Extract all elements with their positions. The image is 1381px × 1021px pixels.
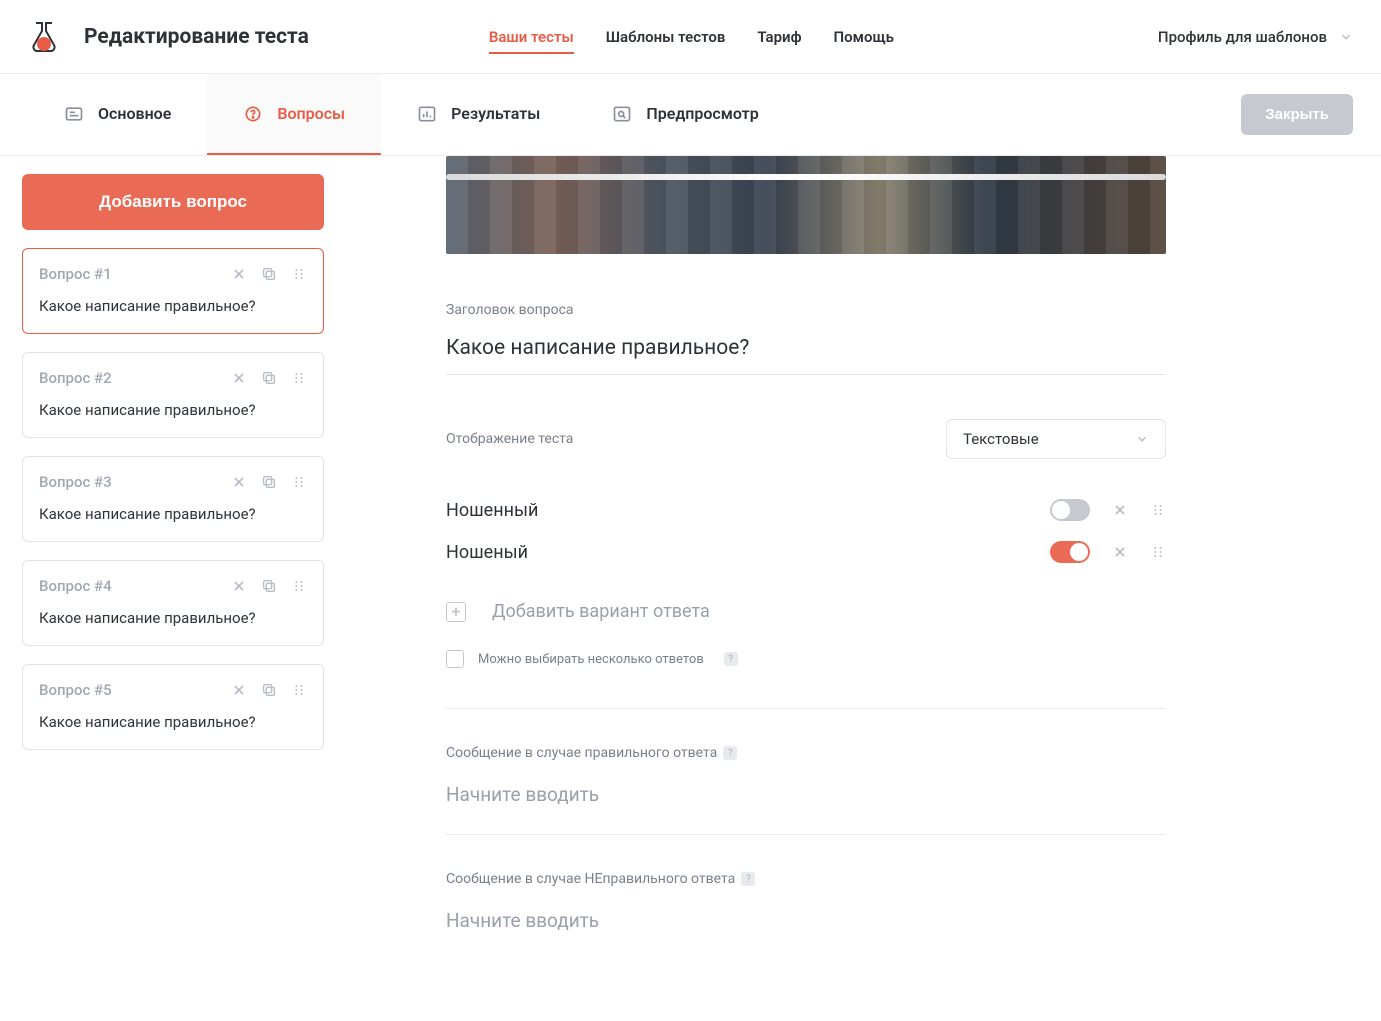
question-card[interactable]: Вопрос #5 Какое написание правильное?	[22, 664, 324, 750]
tab-preview[interactable]: Предпросмотр	[576, 74, 794, 155]
preview-icon	[612, 104, 632, 124]
profile-dropdown[interactable]: Профиль для шаблонов	[1158, 28, 1353, 46]
question-number: Вопрос #5	[39, 681, 112, 699]
copy-icon[interactable]	[261, 370, 277, 386]
nav-test-templates[interactable]: Шаблоны тестов	[606, 2, 726, 72]
close-icon[interactable]	[231, 474, 247, 490]
correct-toggle[interactable]	[1050, 499, 1090, 521]
close-icon[interactable]	[231, 578, 247, 594]
close-icon[interactable]	[231, 682, 247, 698]
copy-icon[interactable]	[261, 578, 277, 594]
add-question-button[interactable]: Добавить вопрос	[22, 174, 324, 230]
title-label: Заголовок вопроса	[446, 302, 1326, 318]
question-image[interactable]	[446, 156, 1166, 254]
copy-icon[interactable]	[261, 474, 277, 490]
tab-results[interactable]: Результаты	[381, 74, 576, 155]
display-label: Отображение теста	[446, 431, 573, 447]
help-icon[interactable]: ?	[741, 872, 755, 886]
close-icon[interactable]	[1112, 502, 1128, 518]
question-number: Вопрос #2	[39, 369, 112, 387]
question-number: Вопрос #4	[39, 577, 112, 595]
title-input[interactable]	[446, 318, 1166, 375]
tab-questions[interactable]: Вопросы	[207, 74, 381, 155]
tab-results-label: Результаты	[451, 104, 540, 123]
display-select-value: Текстовые	[963, 430, 1039, 448]
question-number: Вопрос #1	[39, 265, 112, 283]
drag-handle-icon[interactable]	[291, 266, 307, 282]
drag-handle-icon[interactable]	[1150, 544, 1166, 560]
topbar: Редактирование теста Ваши тесты Шаблоны …	[0, 0, 1381, 74]
card-icon	[64, 104, 84, 124]
question-text: Какое написание правильное?	[39, 609, 307, 627]
help-icon[interactable]: ?	[723, 746, 737, 760]
nav-help[interactable]: Помощь	[834, 2, 894, 72]
answer-row	[446, 489, 1166, 531]
chart-icon	[417, 104, 437, 124]
question-card[interactable]: Вопрос #4 Какое написание правильное?	[22, 560, 324, 646]
answers-list	[446, 489, 1166, 573]
close-icon[interactable]	[231, 370, 247, 386]
question-target-icon	[243, 104, 263, 124]
display-select[interactable]: Текстовые	[946, 419, 1166, 459]
question-card[interactable]: Вопрос #1 Какое написание правильное?	[22, 248, 324, 334]
tab-preview-label: Предпросмотр	[646, 104, 758, 123]
question-card[interactable]: Вопрос #3 Какое написание правильное?	[22, 456, 324, 542]
drag-handle-icon[interactable]	[291, 474, 307, 490]
profile-label: Профиль для шаблонов	[1158, 28, 1327, 46]
app-logo-icon	[20, 13, 68, 61]
editor-main: Заголовок вопроса Отображение теста Текс…	[346, 156, 1366, 992]
main-nav: Ваши тесты Шаблоны тестов Тариф Помощь	[489, 2, 894, 72]
sidebar: Добавить вопрос Вопрос #1 Какое написани…	[0, 156, 346, 992]
plus-icon: +	[446, 602, 466, 622]
drag-handle-icon[interactable]	[291, 578, 307, 594]
question-text: Какое написание правильное?	[39, 401, 307, 419]
copy-icon[interactable]	[261, 682, 277, 698]
copy-icon[interactable]	[261, 266, 277, 282]
question-text: Какое написание правильное?	[39, 713, 307, 731]
correct-msg-label: Сообщение в случае правильного ответа	[446, 745, 717, 761]
chevron-down-icon	[1339, 30, 1353, 44]
add-answer-label: Добавить вариант ответа	[492, 601, 710, 622]
question-text: Какое написание правильное?	[39, 505, 307, 523]
question-text: Какое написание правильное?	[39, 297, 307, 315]
correct-msg-input[interactable]	[446, 783, 1166, 806]
incorrect-msg-input[interactable]	[446, 909, 1166, 932]
multi-select-label: Можно выбирать несколько ответов	[478, 652, 704, 667]
close-icon[interactable]	[1112, 544, 1128, 560]
drag-handle-icon[interactable]	[291, 682, 307, 698]
help-icon[interactable]: ?	[724, 652, 738, 666]
add-answer-button[interactable]: + Добавить вариант ответа	[446, 601, 1326, 622]
question-number: Вопрос #3	[39, 473, 112, 491]
close-button[interactable]: Закрыть	[1241, 94, 1353, 135]
drag-handle-icon[interactable]	[291, 370, 307, 386]
correct-toggle[interactable]	[1050, 541, 1090, 563]
close-icon[interactable]	[231, 266, 247, 282]
drag-handle-icon[interactable]	[1150, 502, 1166, 518]
nav-your-tests[interactable]: Ваши тесты	[489, 2, 574, 72]
editor-tabs: Основное Вопросы Результаты Предпросмотр…	[0, 74, 1381, 156]
answer-row	[446, 531, 1166, 573]
divider	[446, 834, 1166, 835]
nav-tariff[interactable]: Тариф	[757, 2, 801, 72]
answer-text-input[interactable]	[446, 500, 1050, 521]
tab-main-label: Основное	[98, 104, 171, 123]
page-title: Редактирование теста	[84, 25, 309, 49]
logo-wrap: Редактирование теста	[0, 13, 309, 61]
answer-text-input[interactable]	[446, 542, 1050, 563]
tab-main[interactable]: Основное	[28, 74, 207, 155]
chevron-down-icon	[1135, 432, 1149, 446]
question-card[interactable]: Вопрос #2 Какое написание правильное?	[22, 352, 324, 438]
multi-select-checkbox[interactable]	[446, 650, 464, 668]
divider	[446, 708, 1166, 709]
incorrect-msg-label: Сообщение в случае НЕправильного ответа	[446, 871, 735, 887]
tab-questions-label: Вопросы	[277, 104, 345, 123]
